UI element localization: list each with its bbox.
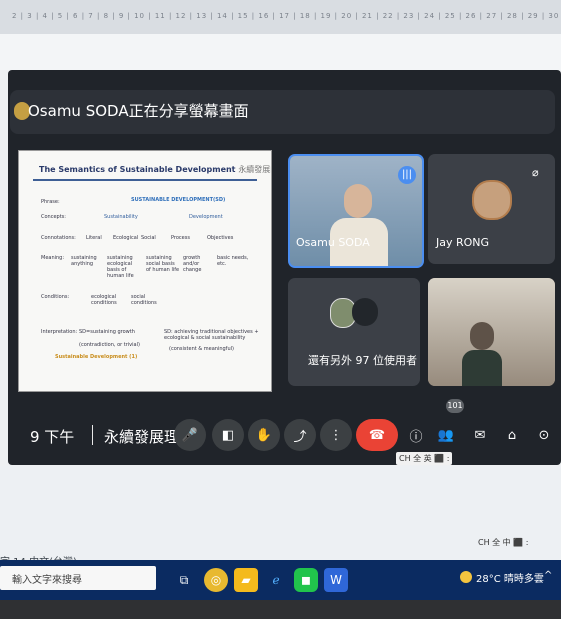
participant-name-osamu: Osamu SODA	[296, 236, 370, 249]
slide-title: The Semantics of Sustainable Development…	[39, 165, 271, 174]
slide-connotation-process: Process	[171, 235, 190, 241]
slide-sustainability: Sustainability	[104, 214, 138, 220]
end-call-icon[interactable]: ☎	[356, 419, 398, 451]
system-tray-caret[interactable]: ^	[544, 570, 552, 581]
info-icon[interactable]: ⓘ	[400, 419, 432, 451]
present-icon[interactable]: ⤴	[284, 419, 316, 451]
search-input[interactable]: 輸入文字來搜尋	[12, 571, 82, 586]
participants-badge: 101	[446, 399, 464, 413]
slide-label-conditions: Conditions:	[41, 294, 70, 300]
slide-connotation-literal: Literal	[86, 235, 102, 241]
ruler-ticks: 2 | 3 | 4 | 5 | 6 | 7 | 8 | 9 | 10 | 11 …	[12, 12, 560, 20]
slide-meaning-3: sustaining social basis of human life	[146, 255, 180, 273]
lock-icon[interactable]: ⊙	[528, 419, 560, 451]
shared-slide: The Semantics of Sustainable Development…	[18, 150, 272, 392]
muted-icon: ⌀	[532, 166, 539, 179]
speaker-head	[344, 184, 372, 218]
people-icon[interactable]: 👥	[430, 419, 462, 451]
word-icon[interactable]: W	[324, 568, 348, 592]
ruler: 2 | 3 | 4 | 5 | 6 | 7 | 8 | 9 | 10 | 11 …	[0, 0, 561, 34]
slide-meaning-5: basic needs, etc.	[217, 255, 249, 267]
slide-connotation-ecological: Ecological	[113, 235, 139, 241]
slide-label-meaning: Meaning:	[41, 255, 65, 261]
window-top-band	[0, 34, 561, 70]
camera-icon[interactable]: ◧	[212, 419, 244, 451]
slide-meaning-2: sustaining ecological basis of human lif…	[107, 255, 134, 279]
person-icon	[470, 322, 494, 350]
slide-connotation-social: Social	[141, 235, 156, 241]
slide-interpretation-b: SD: achieving traditional objectives + e…	[164, 329, 259, 341]
title-separator	[92, 425, 93, 445]
speaking-indicator-icon: |||	[398, 166, 416, 184]
participant-name-jay: Jay RONG	[436, 236, 490, 249]
slide-meaning-4: growth and/or change	[183, 255, 202, 273]
task-view-icon[interactable]: ⧉	[172, 568, 196, 592]
meeting-time: 9 下午	[30, 428, 75, 446]
slide-label-connotations: Connotations:	[41, 235, 76, 241]
slide-label-interpretation: Interpretation:	[41, 329, 78, 335]
chrome-icon[interactable]: ◎	[204, 568, 228, 592]
monitor-bezel	[0, 600, 561, 619]
slide-sd-heading: SUSTAINABLE DEVELOPMENT(SD)	[131, 197, 226, 203]
weather-text: 28°C 晴時多雲	[476, 574, 544, 585]
footer-ime: CH 全 中 ⬛ :	[478, 538, 529, 547]
participant-tile-osamu[interactable]: Osamu SODA |||	[288, 154, 424, 268]
participant-tile-room[interactable]	[428, 278, 555, 386]
others-count-label: 還有另外 97 位使用者	[308, 354, 417, 367]
lower-document-area	[0, 466, 561, 560]
edge-icon[interactable]: ℯ	[264, 568, 288, 592]
ime-indicator: CH 全 英 ⬛ :	[396, 452, 453, 465]
line-icon[interactable]: ◼	[294, 568, 318, 592]
slide-meaning-1: sustaining anything	[71, 255, 97, 267]
slide-label-phrase: Phrase:	[41, 199, 60, 205]
more-icon[interactable]: ⋮	[320, 419, 352, 451]
mic-icon[interactable]: 🎤	[174, 419, 206, 451]
avatar	[472, 180, 512, 220]
slide-meaningful: (consistent & meaningful)	[169, 346, 234, 352]
chat-icon[interactable]: ✉	[464, 419, 496, 451]
slide-condition-ecological: ecological conditions	[91, 294, 117, 306]
activities-icon[interactable]: ⌂	[496, 419, 528, 451]
slide-connotation-objectives: Objectives	[207, 235, 234, 241]
slide-footer: Sustainable Development (1)	[55, 354, 138, 360]
participant-tile-jay[interactable]: Jay RONG ⌀	[428, 154, 555, 264]
share-notice-text: Osamu SODA正在分享螢幕畫面	[28, 102, 249, 120]
slide-condition-social: social conditions	[131, 294, 157, 306]
hand-icon[interactable]: ✋	[248, 419, 280, 451]
slide-divider	[33, 179, 257, 181]
participant-tile-others[interactable]: 還有另外 97 位使用者	[288, 278, 420, 386]
search-box[interactable]: 輸入文字來搜尋	[0, 566, 156, 590]
slide-label-concepts: Concepts:	[41, 214, 66, 220]
slide-contradiction: (contradiction, or trivial)	[79, 342, 140, 348]
person-body	[462, 350, 502, 386]
others-avatar-2	[352, 298, 378, 326]
folder-icon[interactable]: ▰	[234, 568, 258, 592]
weather-icon	[460, 571, 472, 583]
slide-development: Development	[189, 214, 223, 220]
slide-interpretation-a: SD=sustaining growth	[79, 329, 135, 335]
